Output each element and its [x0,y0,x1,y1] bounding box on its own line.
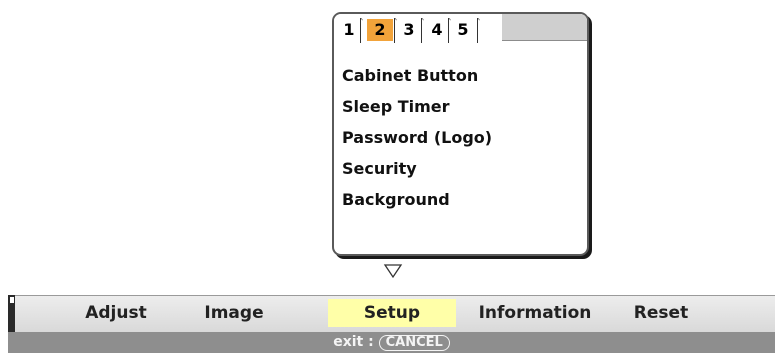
main-tab-image[interactable]: Image [192,299,276,327]
menu-item-cabinet-button[interactable]: Cabinet Button [342,60,492,91]
exit-hint-label: exit : [333,334,379,350]
submenu-item-list: Cabinet Button Sleep Timer Password (Log… [342,60,492,215]
tab-divider [421,18,424,43]
main-tab-reset[interactable]: Reset [626,299,696,327]
cancel-key-badge[interactable]: CANCEL [378,335,450,351]
main-tab-information[interactable]: Information [470,299,600,327]
tab-divider [477,18,480,43]
menu-item-sleep-timer[interactable]: Sleep Timer [342,91,492,122]
setup-submenu-panel: 1 2 3 4 5 Cabinet Button Sleep Timer Pas… [332,12,589,256]
main-menu-bar: Adjust Image Setup Information Reset exi… [8,295,775,353]
down-triangle-icon [383,264,403,279]
tab-divider [448,18,451,43]
menu-item-background[interactable]: Background [342,184,492,215]
exit-hint: exit : CANCEL [8,333,775,352]
tab-page-1[interactable]: 1 [338,19,360,41]
tab-bar-filler [502,14,587,41]
tab-page-3[interactable]: 3 [398,19,420,41]
tab-divider [360,18,363,43]
tab-page-4[interactable]: 4 [426,19,448,41]
main-tab-adjust[interactable]: Adjust [66,299,166,327]
tab-page-5[interactable]: 5 [452,19,474,41]
tab-page-2[interactable]: 2 [367,19,393,41]
main-tab-setup[interactable]: Setup [328,299,456,327]
menu-item-password-logo[interactable]: Password (Logo) [342,122,492,153]
menu-item-security[interactable]: Security [342,153,492,184]
submenu-tab-bar: 1 2 3 4 5 [334,14,587,44]
tab-divider [394,18,397,43]
